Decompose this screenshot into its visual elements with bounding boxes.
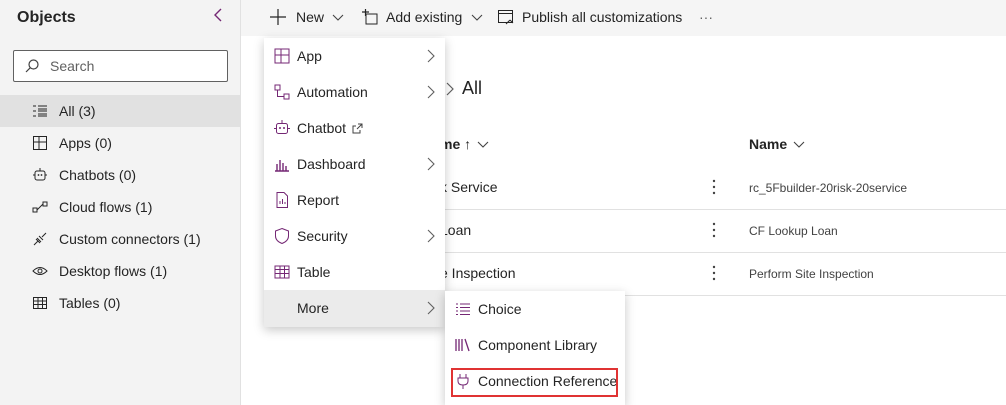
menu-item-more[interactable]: More	[264, 290, 445, 327]
chevron-down-icon	[332, 14, 344, 21]
chevron-right-icon	[427, 301, 435, 315]
more-vertical-icon[interactable]	[710, 264, 718, 282]
menu-item-app[interactable]: App	[264, 38, 445, 74]
menu-item-chatbot[interactable]: Chatbot	[264, 110, 445, 146]
publish-all-button[interactable]: Publish all customizations	[497, 0, 682, 34]
menu-item-label: Automation	[297, 84, 368, 100]
menu-item-report[interactable]: Report	[264, 182, 445, 218]
app-icon	[33, 136, 47, 150]
connector-icon	[33, 232, 47, 246]
automation-icon	[274, 84, 290, 100]
column-header-label: Name	[749, 136, 788, 152]
collapse-button[interactable]	[211, 5, 227, 25]
sidebar-title: Objects	[17, 9, 76, 26]
table-icon	[33, 297, 47, 309]
library-icon	[455, 338, 470, 352]
menu-item-dashboard[interactable]: Dashboard	[264, 146, 445, 182]
sidebar-item-apps[interactable]: Apps (0)	[0, 127, 240, 159]
sidebar-item-cloud-flows[interactable]: Cloud flows (1)	[0, 191, 240, 223]
row-display-name[interactable]: k Service	[440, 179, 498, 195]
sidebar-item-label: Chatbots (0)	[59, 167, 137, 183]
object-list: All (3) Apps (0) Chatbots (0) Cloud flow…	[0, 95, 240, 319]
app-icon	[274, 48, 290, 64]
menu-item-label: Choice	[478, 301, 522, 317]
chevron-right-icon	[446, 82, 454, 96]
menu-item-label: Component Library	[478, 337, 598, 353]
menu-item-table[interactable]: Table	[264, 254, 445, 290]
chevron-right-icon	[427, 157, 435, 171]
new-menu: App Automation Chatbot Dashboard Report …	[264, 38, 445, 327]
chatbot-icon	[33, 168, 47, 181]
menu-item-text: Chatbot	[297, 120, 347, 136]
page-title: All	[462, 78, 483, 98]
report-icon	[276, 192, 288, 208]
sidebar-item-desktop-flows[interactable]: Desktop flows (1)	[0, 255, 240, 287]
plus-icon	[270, 9, 286, 25]
row-name: Perform Site Inspection	[749, 267, 874, 281]
chevron-right-icon	[427, 229, 435, 243]
sidebar-item-label: Custom connectors (1)	[59, 231, 201, 247]
chevron-down-icon	[477, 141, 489, 148]
column-header-name[interactable]: Name	[749, 136, 805, 152]
publish-label: Publish all customizations	[522, 9, 683, 25]
sidebar-item-label: Desktop flows (1)	[59, 263, 168, 279]
menu-item-security[interactable]: Security	[264, 218, 445, 254]
new-button[interactable]: New	[269, 0, 344, 34]
menu-item-component-library[interactable]: Component Library	[445, 327, 625, 363]
menu-item-label: Table	[297, 264, 331, 280]
menu-item-choice[interactable]: Choice	[445, 291, 625, 327]
menu-item-label: Report	[297, 192, 340, 208]
sidebar-item-custom-connectors[interactable]: Custom connectors (1)	[0, 223, 240, 255]
shield-icon	[275, 227, 289, 245]
chevron-right-icon	[427, 49, 435, 63]
column-header-display-name[interactable]: me ↑	[440, 136, 489, 152]
more-vertical-icon[interactable]	[710, 221, 718, 239]
row-display-name[interactable]: e Inspection	[440, 265, 516, 281]
table-row[interactable]: k Service rc_5Fbuilder-20risk-20service	[430, 167, 1006, 210]
menu-item-label: Security	[297, 228, 348, 244]
table-icon	[274, 265, 290, 279]
open-external-icon	[352, 123, 363, 134]
chevron-down-icon	[471, 14, 483, 21]
row-name: CF Lookup Loan	[749, 224, 838, 238]
publish-icon	[498, 10, 514, 25]
sidebar-item-label: Apps (0)	[59, 135, 112, 151]
list-icon	[33, 105, 47, 117]
eye-icon	[32, 267, 48, 275]
sidebar-item-label: Tables (0)	[59, 295, 121, 311]
menu-item-label: Dashboard	[297, 156, 366, 172]
chatbot-icon	[274, 120, 290, 134]
add-existing-icon	[362, 9, 378, 25]
chevron-down-icon	[793, 141, 805, 148]
table-row[interactable]: e Inspection Perform Site Inspection	[430, 253, 1006, 296]
menu-item-label: More	[297, 300, 329, 316]
search-field[interactable]	[13, 50, 228, 82]
row-name: rc_5Fbuilder-20risk-20service	[749, 181, 908, 195]
command-bar: New Add existing Publish all customizati…	[241, 0, 1006, 36]
sidebar: Objects All (3) Apps (0) Chatbots (0) Cl…	[0, 0, 241, 405]
sidebar-item-all[interactable]: All (3)	[0, 95, 240, 127]
more-commands-button[interactable]: ···	[699, 0, 713, 34]
menu-item-automation[interactable]: Automation	[264, 74, 445, 110]
sidebar-item-chatbots[interactable]: Chatbots (0)	[0, 159, 240, 191]
choice-icon	[456, 303, 470, 315]
search-input[interactable]	[50, 57, 220, 75]
chevron-left-icon	[214, 8, 222, 22]
new-label: New	[296, 9, 325, 25]
more-commands-label: ···	[699, 9, 713, 25]
table-row[interactable]: Loan CF Lookup Loan	[430, 210, 1006, 253]
add-existing-button[interactable]: Add existing	[361, 0, 483, 34]
sidebar-item-tables[interactable]: Tables (0)	[0, 287, 240, 319]
search-icon	[25, 59, 39, 73]
menu-item-label: Chatbot	[297, 120, 363, 136]
highlight-box	[451, 368, 618, 397]
menu-item-label: App	[297, 48, 322, 64]
flow-icon	[32, 201, 48, 213]
more-vertical-icon[interactable]	[710, 178, 718, 196]
add-existing-label: Add existing	[386, 9, 463, 25]
sidebar-item-label: Cloud flows (1)	[59, 199, 153, 215]
dashboard-icon	[275, 160, 289, 172]
chevron-right-icon	[427, 85, 435, 99]
sidebar-item-label: All (3)	[59, 103, 96, 119]
